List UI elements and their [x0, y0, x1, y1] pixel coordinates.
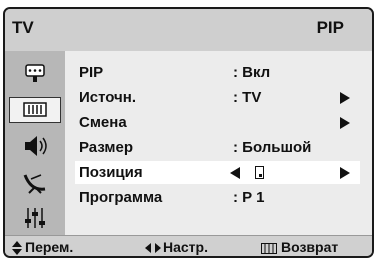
tab-sound[interactable] — [9, 133, 61, 159]
menu-item-value: : Большой — [233, 139, 312, 156]
menu-icon — [261, 243, 277, 254]
menu-item-label: Позиция — [79, 164, 143, 181]
satellite-dish-icon — [23, 174, 46, 194]
tv-label: TV — [12, 18, 34, 37]
move-label: Перем. — [25, 239, 74, 255]
menu-item-value: : Вкл — [233, 64, 271, 81]
menu-panel: PIP : Вкл Источн. : TV Смена Размер : Бо… — [65, 51, 372, 235]
menu-item-label: Источн. — [79, 89, 136, 106]
speaker-icon — [25, 136, 47, 156]
menu-title: PIP — [316, 18, 344, 37]
tab-channel[interactable] — [9, 169, 61, 195]
category-sidebar — [5, 51, 65, 235]
menu-item-label: Размер — [79, 139, 134, 156]
right-arrow-icon[interactable] — [340, 167, 350, 179]
menu-item-value: : P 1 — [233, 189, 265, 206]
title-bar: TV PIP — [5, 9, 372, 51]
adjust-label: Настр. — [163, 239, 208, 255]
menu-item-label: Программа — [79, 189, 163, 206]
menu-item-position[interactable]: Позиция — [75, 161, 360, 184]
tab-picture[interactable] — [9, 97, 61, 123]
help-bar: Перем. Настр. Возврат — [5, 235, 372, 256]
menu-item-swap[interactable]: Смена — [75, 111, 360, 134]
menu-item-pip[interactable]: PIP : Вкл — [75, 61, 360, 84]
submenu-arrow-icon — [340, 92, 350, 104]
tab-input[interactable] — [9, 61, 61, 87]
tab-setup[interactable] — [9, 205, 61, 231]
menu-item-label: PIP — [79, 64, 104, 81]
left-right-arrows-icon — [145, 243, 161, 253]
input-plug-icon — [25, 64, 45, 82]
settings-sliders-icon — [25, 208, 45, 228]
return-label: Возврат — [281, 239, 339, 255]
pip-position-icon — [255, 166, 264, 179]
left-arrow-icon[interactable] — [230, 167, 240, 179]
menu-item-label: Смена — [79, 114, 127, 131]
menu-item-value: : TV — [233, 89, 262, 106]
menu-item-source[interactable]: Источн. : TV — [75, 86, 360, 109]
menu-item-program[interactable]: Программа : P 1 — [75, 186, 360, 209]
menu-item-size[interactable]: Размер : Большой — [75, 136, 360, 159]
picture-icon — [23, 102, 47, 117]
up-down-arrows-icon — [12, 241, 22, 255]
submenu-arrow-icon — [340, 117, 350, 129]
osd-menu-window: TV PIP PIP: Вкл Источн.: TV Смена Разм… — [3, 7, 374, 258]
